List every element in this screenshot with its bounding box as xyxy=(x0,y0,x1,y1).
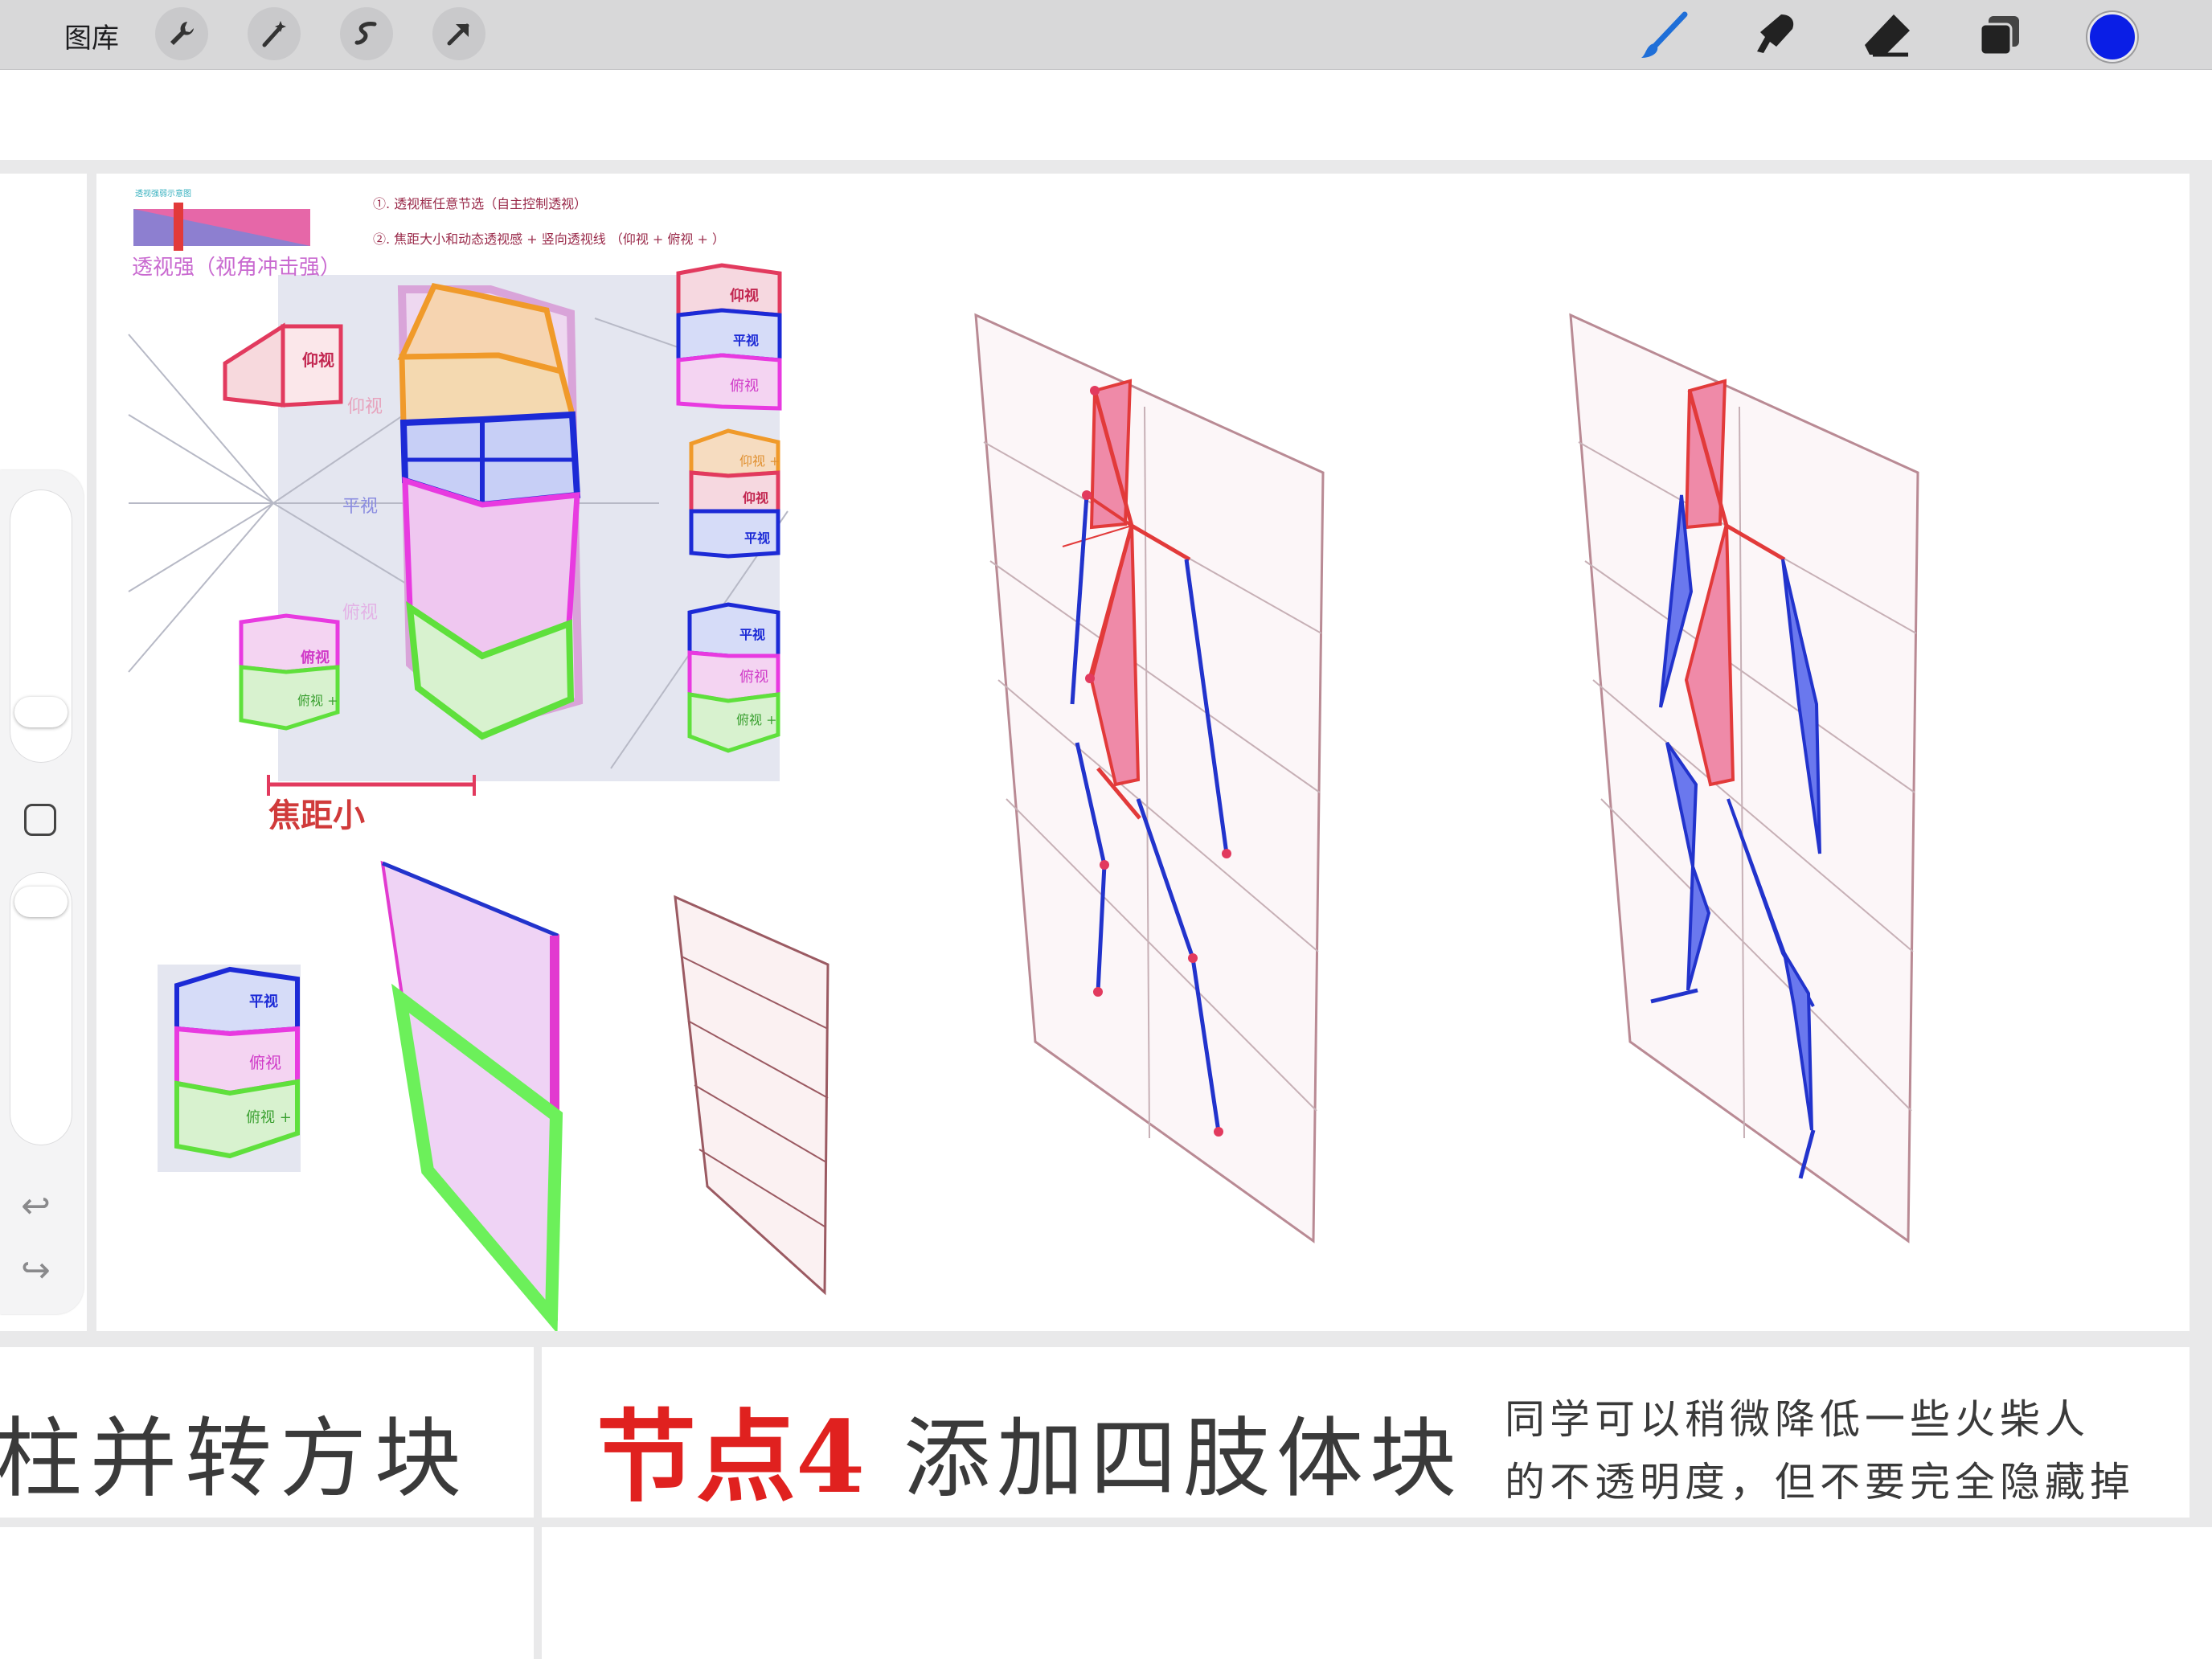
note-line-2: 的不透明度，但不要完全隐藏掉 xyxy=(1505,1459,2135,1505)
ref-right-flat-view: 平视 xyxy=(733,333,760,348)
node-label: 节点4 xyxy=(596,1399,866,1516)
ref-note-2: ②. 焦距大小和动态透视感 + 竖向透视线 （仰视 + 俯视 + ） xyxy=(373,231,725,247)
opacity-knob[interactable] xyxy=(14,887,68,917)
ref-right-down-view-3: 俯视 xyxy=(739,669,768,686)
magic-wand-icon[interactable] xyxy=(248,7,301,60)
ref-box-down-plus: 俯视 + xyxy=(297,693,338,708)
ref-focal-small-label: 焦距小 xyxy=(268,797,365,834)
ref-tiny-header: 透视强弱示意图 xyxy=(135,190,191,199)
modify-button[interactable] xyxy=(24,804,56,836)
section-title-main: 添加四肢体块 xyxy=(903,1409,1464,1509)
ref-right-flat-view-2: 平视 xyxy=(744,530,771,546)
ref-right-up-view-2: 仰视 xyxy=(743,490,769,506)
gallery-button[interactable]: 图库 xyxy=(64,16,119,55)
ref-flat-view-faint: 平视 xyxy=(342,497,379,517)
layers-icon[interactable] xyxy=(1971,6,2029,64)
ref-box-down-view: 俯视 xyxy=(301,649,330,666)
ref-up-view-faint: 仰视 xyxy=(347,397,383,417)
eraser-icon[interactable] xyxy=(1858,6,1916,64)
ref-note-1: ①. 透视框任意节选（自主控制透视） xyxy=(373,196,588,211)
ref-right-down-plus-3: 俯视 + xyxy=(736,712,777,727)
ref2-flat-view: 平视 xyxy=(249,993,278,1010)
canvas-artwork[interactable]: 透视强弱示意图 ①. 透视框任意节选（自主控制透视） ②. 焦距大小和动态透视感… xyxy=(96,174,2189,1334)
ref-right-flat-view-3: 平视 xyxy=(739,627,766,642)
selection-icon[interactable] xyxy=(340,7,393,60)
empty-cell-left xyxy=(0,1527,534,1659)
undo-icon[interactable]: ↩ xyxy=(21,1186,51,1227)
ref-right-up-view: 仰视 xyxy=(730,288,759,305)
ref2-down-plus: 俯视 + xyxy=(246,1109,292,1126)
brush-sidebar: ↩ ↪ xyxy=(0,470,84,1314)
empty-cell-right xyxy=(542,1527,2212,1659)
artwork-drawing xyxy=(128,203,1919,1334)
top-toolbar: 图库 xyxy=(0,0,2212,70)
redo-icon[interactable]: ↪ xyxy=(21,1250,51,1291)
ref2-down-view: 俯视 xyxy=(249,1053,281,1072)
ref-right-down-view: 俯视 xyxy=(730,378,759,395)
color-picker-swatch[interactable] xyxy=(2087,12,2137,62)
transform-arrow-icon[interactable] xyxy=(432,7,485,60)
smudge-icon[interactable] xyxy=(1746,6,1804,64)
ref-up-view-label: 仰视 xyxy=(302,350,334,370)
section-title-left: 柱并转方块 xyxy=(0,1409,470,1509)
ref-strong-label: 透视强（视角冲击强） xyxy=(132,256,342,280)
note-line-1: 同学可以稍微降低一些火柴人 xyxy=(1505,1396,2090,1443)
canvas-top-band xyxy=(0,70,2212,160)
ref-down-view-faint: 俯视 xyxy=(342,603,379,623)
ref-right-up-plus: 仰视 + xyxy=(739,453,780,469)
brush-icon[interactable] xyxy=(1635,6,1693,64)
brush-size-knob[interactable] xyxy=(14,697,68,727)
wrench-icon[interactable] xyxy=(155,7,208,60)
